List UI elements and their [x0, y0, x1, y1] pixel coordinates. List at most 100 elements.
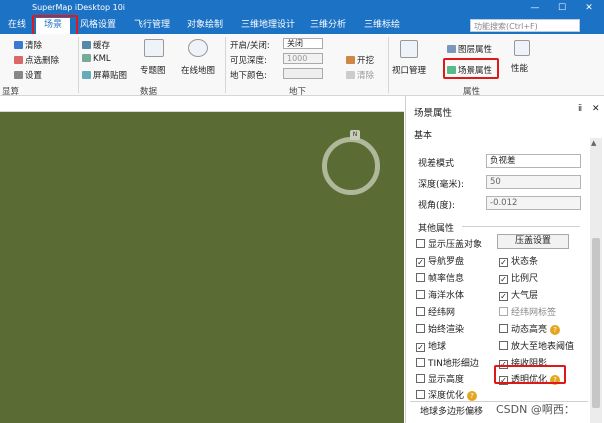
performance-button[interactable]: 性能 — [511, 62, 528, 74]
checkbox-box[interactable] — [416, 358, 425, 367]
checkbox-globe[interactable]: ✓ 地球 — [416, 339, 446, 352]
angle-label: 视角(度): — [418, 201, 456, 211]
checkbox-dynamic-highlight[interactable]: 动态高亮? — [499, 322, 561, 335]
panel-title: 场景属性 — [414, 108, 453, 119]
checkbox-frame-rate[interactable]: 帧率信息 — [416, 271, 464, 284]
depth-input[interactable]: 50 — [486, 175, 581, 189]
close-button[interactable]: ✕ — [579, 1, 599, 16]
tab-object-draw[interactable]: 对象绘制 — [183, 18, 227, 34]
checkbox-box[interactable] — [499, 307, 508, 316]
checkbox-box[interactable] — [499, 341, 508, 350]
checkbox-show-press-objects[interactable]: 显示压盖对象 — [416, 237, 482, 250]
checkbox-graticule-label[interactable]: 经纬网标签 — [499, 305, 556, 318]
navigation-compass[interactable] — [322, 137, 380, 195]
checkbox-box[interactable] — [416, 239, 425, 248]
checkbox-atmosphere[interactable]: ✓ 大气层 — [499, 288, 538, 301]
layer-properties-icon — [447, 45, 456, 53]
performance-icon — [514, 40, 530, 56]
scene-properties-highlight — [443, 58, 499, 79]
help-icon[interactable]: ? — [467, 391, 478, 401]
panel-scrollbar[interactable]: ▲ — [590, 138, 602, 423]
tab-scene[interactable]: 场景 — [32, 15, 78, 40]
checkbox-box[interactable] — [416, 390, 425, 399]
checkbox-box[interactable] — [416, 374, 425, 383]
angle-input[interactable]: -0.012 — [486, 196, 581, 210]
checkbox-box[interactable]: ✓ — [499, 275, 508, 284]
checkbox-ocean-water[interactable]: 海洋水体 — [416, 288, 464, 301]
checkbox-show-height[interactable]: 显示高度 — [416, 372, 464, 385]
checkbox-scale-bar[interactable]: ✓ 比例尺 — [499, 271, 538, 284]
ribbon-separator — [225, 37, 226, 93]
ribbon-separator — [78, 37, 79, 93]
scene-tab-strip — [0, 96, 404, 112]
online-map-button[interactable]: 在线地图 — [181, 64, 215, 76]
checkbox-always-render[interactable]: 始终渲染 — [416, 322, 464, 335]
checkbox-box[interactable] — [416, 273, 425, 282]
checkbox-nav-compass[interactable]: ✓ 导航罗盘 — [416, 254, 464, 267]
theme-map-button[interactable]: 专题图 — [140, 64, 166, 76]
maximize-button[interactable]: ☐ — [552, 1, 572, 16]
function-search-input[interactable]: 功能搜索(Ctrl+F) — [470, 19, 580, 32]
checkbox-graticule[interactable]: 经纬网 — [416, 305, 455, 318]
section-divider — [462, 226, 580, 227]
ground-color-label: 地下颜色: — [230, 71, 267, 81]
scrollbar-thumb[interactable] — [592, 238, 600, 408]
screen-texture-button[interactable]: 屏幕贴图 — [82, 69, 127, 81]
ribbon-separator — [388, 37, 389, 93]
settings-icon — [14, 71, 23, 79]
checkbox-zoom-to-surface-threshold[interactable]: 放大至地表阈值 — [499, 339, 574, 352]
checkbox-box[interactable] — [416, 290, 425, 299]
viewport-management-icon — [400, 40, 418, 58]
transparency-optimization-highlight — [494, 365, 566, 384]
checkbox-box[interactable]: ✓ — [499, 258, 508, 267]
underground-clear-button[interactable]: 清除 — [346, 69, 374, 81]
press-settings-button[interactable]: 压盖设置 — [497, 234, 569, 249]
ribbon: 清除 点选删除 设置 显算 缓存 KML 屏幕贴图 专题图 在线地图 数据 开启… — [0, 34, 604, 97]
scroll-up-icon[interactable]: ▲ — [591, 139, 596, 147]
other-properties-title: 其他属性 — [418, 224, 455, 234]
tab-3d-analysis[interactable]: 三维分析 — [306, 18, 350, 34]
help-icon[interactable]: ? — [550, 325, 561, 335]
layer-properties-button[interactable]: 图层属性 — [447, 43, 492, 55]
clear-icon — [346, 71, 355, 79]
tab-style-settings[interactable]: 风格设置 — [76, 18, 120, 34]
underground-toggle-label: 开启/关闭: — [230, 41, 270, 51]
window-title: SuperMap iDesktop 10i — [32, 3, 126, 12]
ground-color-picker[interactable] — [283, 68, 323, 79]
title-bar: SuperMap iDesktop 10i — ☐ ✕ — [0, 0, 604, 17]
clear-button[interactable]: 清除 — [14, 39, 42, 51]
minimize-button[interactable]: — — [525, 1, 545, 16]
checkbox-box[interactable] — [499, 324, 508, 333]
checkbox-box[interactable]: ✓ — [499, 292, 508, 301]
checkbox-tin-terrain-edge[interactable]: TIN地形细边 — [416, 356, 479, 369]
checkbox-box[interactable] — [416, 324, 425, 333]
underground-toggle-select[interactable]: 关闭 — [283, 38, 323, 49]
checkbox-box[interactable] — [416, 307, 425, 316]
checkbox-box[interactable]: ✓ — [416, 343, 425, 352]
tab-flight[interactable]: 飞行管理 — [130, 18, 174, 34]
checkbox-box[interactable]: ✓ — [416, 258, 425, 267]
view-mode-label: 视差模式 — [418, 159, 455, 169]
cache-button[interactable]: 缓存 — [82, 39, 110, 51]
panel-header: 场景属性 ⅱ ✕ — [406, 96, 604, 126]
pin-icon[interactable]: ⅱ — [578, 104, 582, 114]
point-remove-icon — [14, 56, 23, 64]
checkbox-status-bar[interactable]: ✓ 状态条 — [499, 254, 538, 267]
excavate-icon — [346, 56, 355, 64]
depth-label: 深度(毫米): — [418, 180, 465, 190]
viewport-management-button[interactable]: 视口管理 — [392, 64, 426, 76]
kml-button[interactable]: KML — [82, 54, 111, 64]
online-map-icon — [188, 39, 208, 57]
excavate-button[interactable]: 开挖 — [346, 54, 374, 66]
visible-depth-input[interactable]: 1000 — [283, 53, 323, 64]
point-remove-button[interactable]: 点选删除 — [14, 54, 59, 66]
screen-texture-icon — [82, 71, 91, 79]
view-mode-select[interactable]: 负视差 — [486, 154, 581, 168]
tab-3d-plot[interactable]: 三维标绘 — [360, 18, 404, 34]
tab-3d-geo-design[interactable]: 三维地理设计 — [238, 18, 298, 34]
checkbox-depth-optimization[interactable]: 深度优化? — [416, 388, 478, 401]
panel-close-icon[interactable]: ✕ — [592, 104, 600, 114]
tab-online[interactable]: 在线 — [2, 18, 32, 34]
tab-basic[interactable]: 基本 — [414, 128, 432, 141]
settings-button[interactable]: 设置 — [14, 69, 42, 81]
